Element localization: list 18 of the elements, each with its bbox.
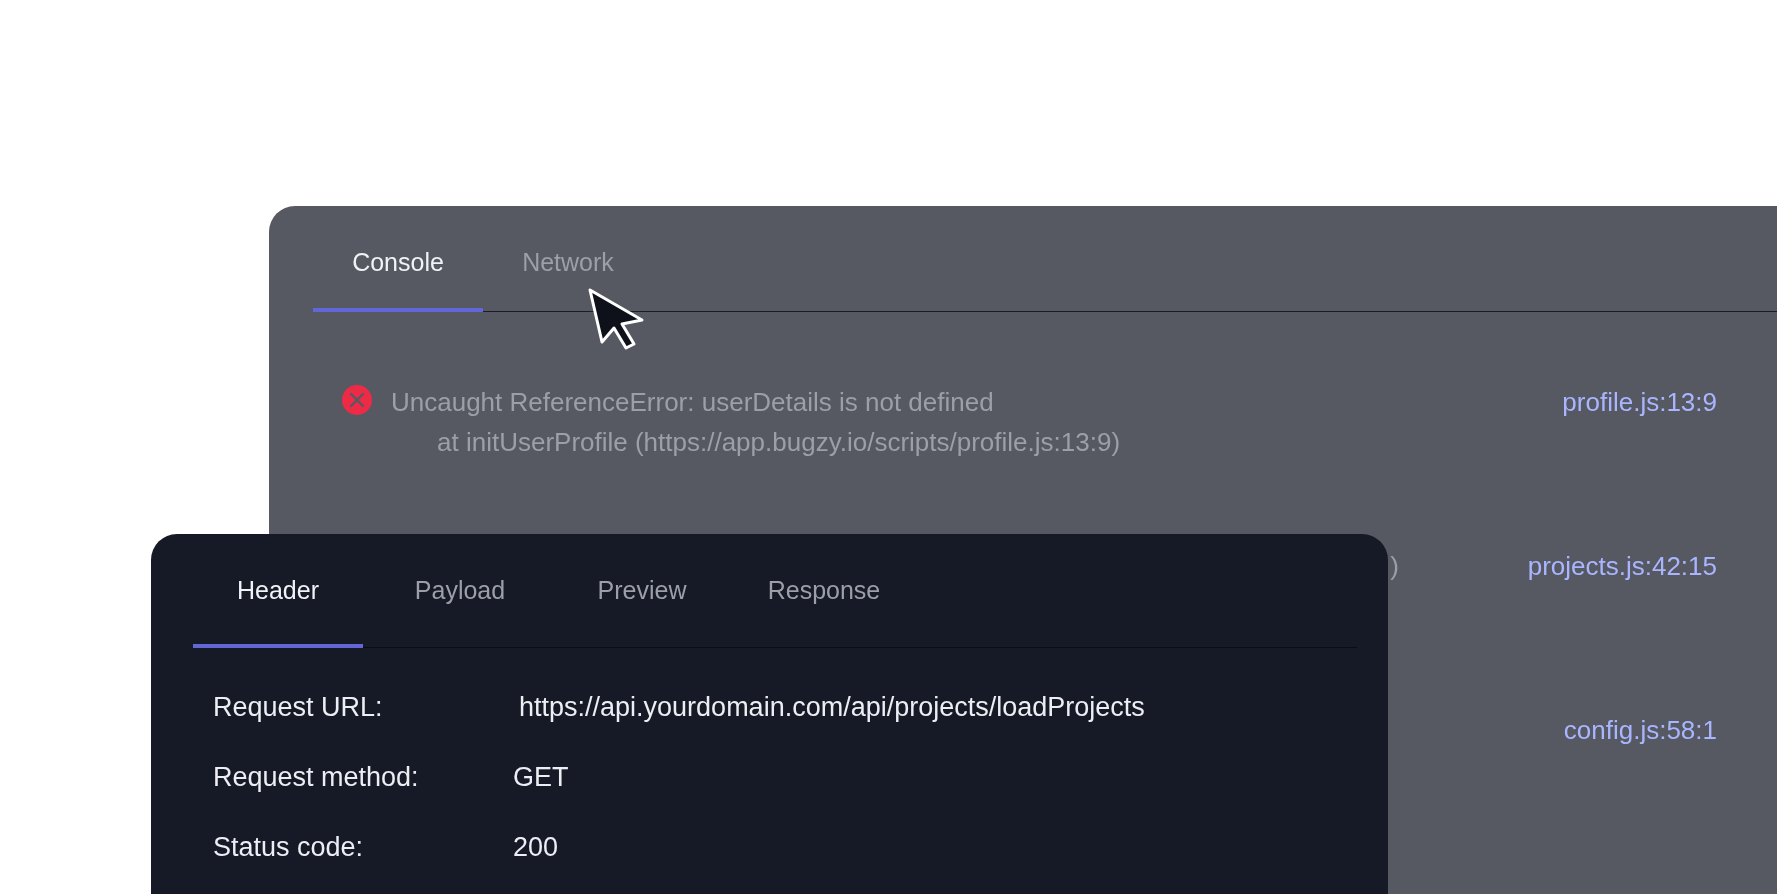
message-text: Uncaught ReferenceError: userDetails is not defined xyxy=(391,385,995,419)
tab[interactable]: Payload xyxy=(375,534,545,648)
source-link[interactable]: profile.js:13:9 xyxy=(1562,381,1717,422)
tab[interactable]: Preview xyxy=(557,534,727,648)
field-value: https://api.yourdomain.com/api/projects/loadProjects xyxy=(519,691,1145,725)
tab[interactable]: Console xyxy=(313,206,483,312)
source-link[interactable]: projects.js:42:15 xyxy=(1527,545,1717,586)
message-text: ) xyxy=(1389,549,1399,583)
error-icon xyxy=(341,383,373,416)
message-text: at initUserProfile (https://app.bugzy.io/scripts/profile.js:13:9) xyxy=(436,425,1122,459)
field-label: Request method: xyxy=(213,761,420,795)
field-label: Status code: xyxy=(213,831,365,865)
field-value: GET xyxy=(513,761,569,795)
field-label: Request URL: xyxy=(213,691,384,725)
tab[interactable]: Header xyxy=(193,534,363,648)
field-value: 200 xyxy=(513,831,559,865)
source-link[interactable]: config.js:58:1 xyxy=(1563,709,1717,750)
tab[interactable]: Response xyxy=(739,534,909,648)
